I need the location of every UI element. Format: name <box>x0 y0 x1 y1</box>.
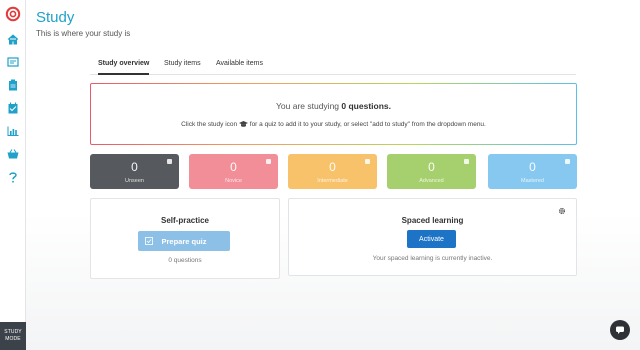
tile-novice[interactable]: 0 Novice <box>189 154 278 189</box>
tab-study-items[interactable]: Study items <box>164 60 201 75</box>
page-header: Study This is where your study is <box>26 0 640 45</box>
tile-label: Mastered <box>521 178 544 184</box>
study-count-prefix: You are studying <box>276 101 342 111</box>
tile-mastered[interactable]: 0 Mastered <box>488 154 577 189</box>
study-count-value: 0 questions. <box>341 101 391 111</box>
tile-unseen[interactable]: 0 Unseen <box>90 154 179 189</box>
tile-advanced[interactable]: 0 Advanced <box>387 154 476 189</box>
tile-label: Advanced <box>419 178 444 184</box>
home-icon[interactable] <box>5 31 21 47</box>
tile-label: Unseen <box>125 178 144 184</box>
study-mode-label: STUDY <box>4 329 22 335</box>
graduation-cap-icon <box>238 121 248 128</box>
prepare-quiz-label: Prepare quiz <box>161 236 207 246</box>
card-title: Self-practice <box>160 216 210 225</box>
level-tiles: 0 Unseen 0 Novice 0 Intermediate 0 Advan… <box>90 154 577 189</box>
tab-bar: Study overview Study items Available ite… <box>90 54 576 75</box>
sidebar: STUDY MODE <box>0 0 26 350</box>
question-count: 0 questions <box>168 257 202 264</box>
gear-icon[interactable] <box>558 207 566 215</box>
study-mode-label: MODE <box>5 336 21 342</box>
tile-label: Intermediate <box>317 178 348 184</box>
prepare-quiz-button[interactable]: Prepare quiz <box>138 231 230 251</box>
calendar-icon[interactable] <box>5 100 21 116</box>
chat-widget-button[interactable] <box>610 320 630 340</box>
tile-count: 0 <box>529 160 536 174</box>
page-subtitle: This is where your study is <box>36 29 131 38</box>
activate-button[interactable]: Activate <box>407 230 456 248</box>
tile-count: 0 <box>230 160 237 174</box>
study-instructions: Click the study icon for a quiz to add i… <box>91 121 576 128</box>
chart-icon[interactable] <box>5 123 21 139</box>
study-mode-button[interactable]: STUDY MODE <box>0 322 26 350</box>
self-practice-card: Self-practice Prepare quiz 0 questions <box>90 198 280 279</box>
instructions-text-end: for a quiz to add it to your study, or s… <box>249 121 486 128</box>
tab-study-overview[interactable]: Study overview <box>98 60 150 75</box>
study-count-text: You are studying 0 questions. <box>91 101 576 111</box>
help-icon[interactable] <box>5 169 21 185</box>
tile-count: 0 <box>131 160 138 174</box>
instructions-text-start: Click the study icon <box>181 121 239 128</box>
chat-icon <box>616 326 624 334</box>
flashcard-icon[interactable] <box>5 54 21 70</box>
tile-count: 0 <box>329 160 336 174</box>
tab-available-items[interactable]: Available items <box>216 60 263 75</box>
spaced-learning-status: Your spaced learning is currently inacti… <box>372 255 493 262</box>
study-notice: You are studying 0 questions. Click the … <box>90 83 577 145</box>
tile-count: 0 <box>428 160 435 174</box>
app-logo-icon[interactable] <box>5 6 21 22</box>
page-title: Study <box>36 9 75 26</box>
basket-icon[interactable] <box>5 146 21 162</box>
spaced-learning-card: Spaced learning Activate Your spaced lea… <box>288 198 577 276</box>
card-title: Spaced learning <box>401 216 464 225</box>
tile-label: Novice <box>225 178 242 184</box>
tile-intermediate[interactable]: 0 Intermediate <box>288 154 377 189</box>
clipboard-icon[interactable] <box>5 77 21 93</box>
main-content: Study overview Study items Available ite… <box>26 45 640 350</box>
quiz-icon <box>145 237 153 245</box>
